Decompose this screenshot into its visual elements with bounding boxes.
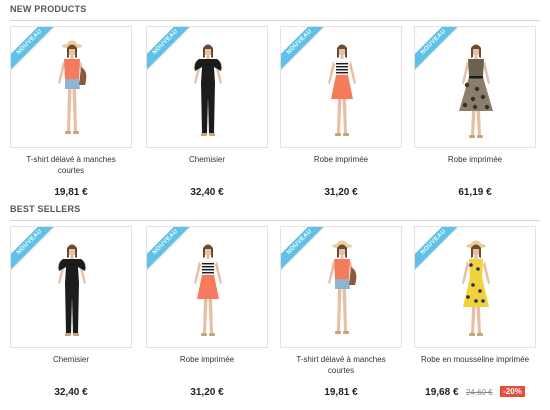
product-name-link[interactable]: Chemisier: [14, 354, 128, 378]
section-title-new-products: NEW PRODUCTS: [10, 4, 540, 21]
product-price: 32,40 €: [190, 187, 224, 198]
product-name-link[interactable]: Robe imprimée: [150, 354, 264, 378]
product-name-link[interactable]: T-shirt délavé à manches courtes: [14, 154, 128, 178]
price-line: 32,40 €: [146, 182, 268, 200]
price-line: 19,81 €: [280, 382, 402, 400]
product-card: NOUVEAU T-shirt délavé à manches courtes…: [280, 226, 402, 404]
old-price: 24,60 €: [465, 388, 493, 397]
product-card: NOUVEAU Robe imprimée 31,20 €: [280, 26, 402, 204]
price-line: 19,68 € 24,60 € -20%: [414, 382, 536, 400]
product-name-link[interactable]: Robe imprimée: [284, 154, 398, 178]
best-sellers-row: NOUVEAU Chemisier 32,40 € NOUVEAU Robe i…: [10, 226, 540, 406]
product-image-link[interactable]: NOUVEAU: [414, 226, 536, 348]
product-name-link[interactable]: Robe en mousseline imprimée: [418, 354, 532, 378]
product-price: 61,19 €: [458, 187, 492, 198]
product-name-link[interactable]: T-shirt délavé à manches courtes: [284, 354, 398, 378]
product-image-link[interactable]: NOUVEAU: [146, 226, 268, 348]
product-card: NOUVEAU Chemisier 32,40 €: [146, 26, 268, 204]
product-image-link[interactable]: NOUVEAU: [280, 226, 402, 348]
product-image-link[interactable]: NOUVEAU: [146, 26, 268, 148]
product-price: 19,81 €: [324, 387, 358, 398]
product-name-link[interactable]: Chemisier: [150, 154, 264, 178]
product-image-link[interactable]: NOUVEAU: [10, 26, 132, 148]
price-line: 19,81 €: [10, 182, 132, 200]
product-card: NOUVEAU T-shirt délavé à manches courtes…: [10, 26, 132, 204]
product-card: NOUVEAU Robe imprimée 61,19 €: [414, 26, 536, 204]
price-line: 31,20 €: [146, 382, 268, 400]
product-name-link[interactable]: Robe imprimée: [418, 154, 532, 178]
product-price: 19,68 €: [425, 387, 459, 398]
price-line: 31,20 €: [280, 182, 402, 200]
product-price: 32,40 €: [54, 387, 88, 398]
product-image-link[interactable]: NOUVEAU: [10, 226, 132, 348]
product-image-link[interactable]: NOUVEAU: [280, 26, 402, 148]
product-card: NOUVEAU Chemisier 32,40 €: [10, 226, 132, 404]
price-line: 32,40 €: [10, 382, 132, 400]
price-line: 61,19 €: [414, 182, 536, 200]
product-price: 19,81 €: [54, 187, 88, 198]
product-price: 31,20 €: [190, 387, 224, 398]
product-card: NOUVEAU Robe en mousseline imprimée 19,6…: [414, 226, 536, 404]
product-card: NOUVEAU Robe imprimée 31,20 €: [146, 226, 268, 404]
product-image-link[interactable]: NOUVEAU: [414, 26, 536, 148]
section-title-best-sellers: BEST SELLERS: [10, 204, 540, 221]
product-price: 31,20 €: [324, 187, 358, 198]
new-products-row: NOUVEAU T-shirt délavé à manches courtes…: [10, 26, 540, 206]
discount-badge: -20%: [500, 386, 525, 397]
